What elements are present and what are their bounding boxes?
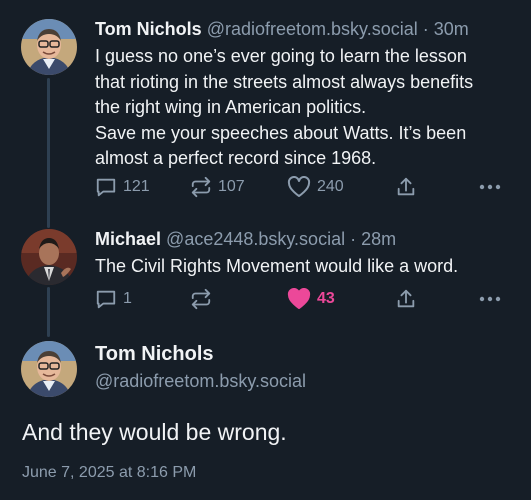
main-post-header: Tom Nichols @radiofreetom.bsky.social <box>95 342 306 392</box>
more-dots-icon <box>479 296 501 302</box>
avatar[interactable] <box>21 19 77 75</box>
heart-icon <box>287 288 311 310</box>
post-text-line: almost a perfect record since 1968. <box>95 148 377 168</box>
post-time[interactable]: 30m <box>434 19 469 39</box>
reply-icon <box>95 288 117 310</box>
like-count: 240 <box>317 178 344 195</box>
share-button[interactable] <box>395 285 417 313</box>
post-text: I guess no one’s ever going to learn the… <box>95 44 523 172</box>
repost-count: 107 <box>218 178 245 195</box>
post-timestamp: June 7, 2025 at 8:16 PM <box>22 464 197 481</box>
author-handle[interactable]: @radiofreetom.bsky.social <box>207 19 418 39</box>
post-text-line: I guess no one’s ever going to learn the… <box>95 46 467 66</box>
thread-line <box>47 78 50 228</box>
separator: · <box>345 229 362 249</box>
post-actions: 1 43 <box>95 285 521 313</box>
thread-line <box>47 287 50 337</box>
post-text-line: Save me your speeches about Watts. It’s … <box>95 122 467 143</box>
author-name[interactable]: Tom Nichols <box>95 19 202 39</box>
heart-icon <box>287 176 311 198</box>
post-text-line: the right wing in American politics. <box>95 97 367 117</box>
author-handle[interactable]: @ace2448.bsky.social <box>166 229 345 249</box>
separator: · <box>417 19 434 39</box>
post-actions: 121 107 240 <box>95 173 521 201</box>
reply-button[interactable]: 121 <box>95 173 150 201</box>
share-icon <box>395 288 417 310</box>
repost-icon <box>190 176 212 198</box>
avatar[interactable] <box>21 341 77 397</box>
post-text-line: The Civil Rights Movement would like a w… <box>95 256 459 276</box>
avatar[interactable] <box>21 229 77 285</box>
repost-button[interactable]: 107 <box>190 173 245 201</box>
post-text-line: that rioting in the streets almost alway… <box>95 71 474 92</box>
like-button[interactable]: 43 <box>287 285 335 313</box>
reply-count: 1 <box>123 290 132 307</box>
post-text: The Civil Rights Movement would like a w… <box>95 254 523 280</box>
more-dots-icon <box>479 184 501 190</box>
like-count: 43 <box>317 290 335 307</box>
more-options-button[interactable] <box>479 285 501 313</box>
share-button[interactable] <box>395 173 417 201</box>
like-button[interactable]: 240 <box>287 173 344 201</box>
post-header: Tom Nichols @radiofreetom.bsky.social · … <box>95 18 523 40</box>
author-handle[interactable]: @radiofreetom.bsky.social <box>95 370 306 392</box>
repost-icon <box>190 288 212 310</box>
post[interactable]: Tom Nichols @radiofreetom.bsky.social · … <box>95 18 523 172</box>
post-header: Michael @ace2448.bsky.social · 28m <box>95 228 523 250</box>
reply-count: 121 <box>123 178 150 195</box>
repost-button[interactable] <box>190 285 218 313</box>
more-options-button[interactable] <box>479 173 501 201</box>
reply-button[interactable]: 1 <box>95 285 132 313</box>
author-name[interactable]: Tom Nichols <box>95 342 306 366</box>
main-post-text: And they would be wrong. <box>22 419 287 445</box>
author-name[interactable]: Michael <box>95 229 161 249</box>
post-time[interactable]: 28m <box>361 229 396 249</box>
reply-icon <box>95 176 117 198</box>
share-icon <box>395 176 417 198</box>
post[interactable]: Michael @ace2448.bsky.social · 28m The C… <box>95 228 523 280</box>
